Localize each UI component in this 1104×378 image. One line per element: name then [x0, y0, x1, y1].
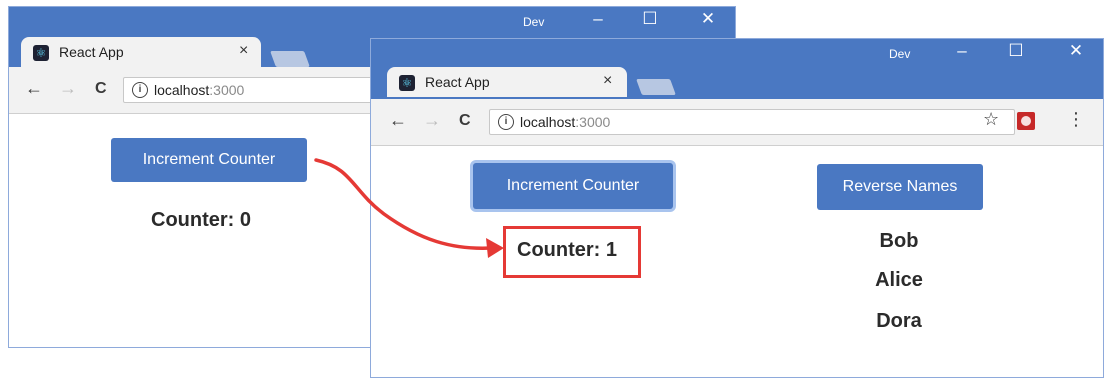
forward-icon[interactable]: → [423, 110, 441, 131]
profile-label: Dev [523, 15, 545, 29]
profile-label: Dev [889, 47, 911, 61]
menu-icon[interactable]: ⋮ [1067, 109, 1085, 130]
tab-title: React App [425, 74, 490, 90]
tab-close-icon[interactable]: × [239, 42, 248, 60]
info-icon[interactable]: i [132, 82, 148, 98]
toolbar: ← → C i localhost:3000 ☆ ⋮ [371, 99, 1103, 146]
address-bar[interactable]: i localhost:3000 [489, 109, 1015, 135]
react-icon: ⚛ [33, 45, 49, 61]
counter-display: Counter: 1 [517, 239, 617, 261]
list-item: Dora [876, 310, 922, 332]
reverse-names-button[interactable]: Reverse Names [817, 164, 983, 210]
maximize-icon[interactable]: ☐ [1005, 41, 1027, 61]
url-port: :3000 [575, 114, 611, 130]
new-tab-button[interactable] [270, 51, 310, 67]
url-text: localhost:3000 [154, 82, 244, 98]
back-icon[interactable]: ← [25, 78, 43, 99]
close-icon[interactable]: ✕ [697, 9, 719, 29]
extension-icon-detail [1021, 116, 1031, 126]
new-tab-button[interactable] [636, 79, 676, 95]
browser-window-after: ⚛ React App × Dev – ☐ ✕ ← → C i localhos… [370, 38, 1104, 378]
tab-title: React App [59, 44, 124, 60]
extension-icon[interactable] [1017, 112, 1035, 130]
list-item: Alice [875, 269, 923, 291]
increment-counter-button[interactable]: Increment Counter [111, 138, 307, 182]
react-icon: ⚛ [399, 75, 415, 91]
minimize-icon[interactable]: – [951, 41, 973, 61]
counter-display: Counter: 0 [151, 209, 251, 231]
list-item: Bob [879, 230, 919, 252]
forward-icon[interactable]: → [59, 78, 77, 99]
url-port: :3000 [209, 82, 245, 98]
tab-close-icon[interactable]: × [603, 72, 612, 90]
maximize-icon[interactable]: ☐ [639, 9, 661, 29]
title-bar: ⚛ React App × Dev – ☐ ✕ [371, 39, 1103, 105]
reload-icon[interactable]: C [459, 112, 471, 130]
tab-react-app[interactable]: ⚛ React App × [387, 67, 627, 97]
tab-react-app[interactable]: ⚛ React App × [21, 37, 261, 67]
bookmark-star-icon[interactable]: ☆ [983, 109, 999, 130]
url-host: localhost [520, 114, 576, 130]
info-icon[interactable]: i [498, 114, 514, 130]
close-icon[interactable]: ✕ [1065, 41, 1087, 61]
reload-icon[interactable]: C [95, 80, 107, 98]
url-text: localhost:3000 [520, 114, 610, 130]
increment-counter-button[interactable]: Increment Counter [473, 163, 673, 209]
back-icon[interactable]: ← [389, 110, 407, 131]
url-host: localhost [154, 82, 210, 98]
minimize-icon[interactable]: – [587, 9, 609, 29]
